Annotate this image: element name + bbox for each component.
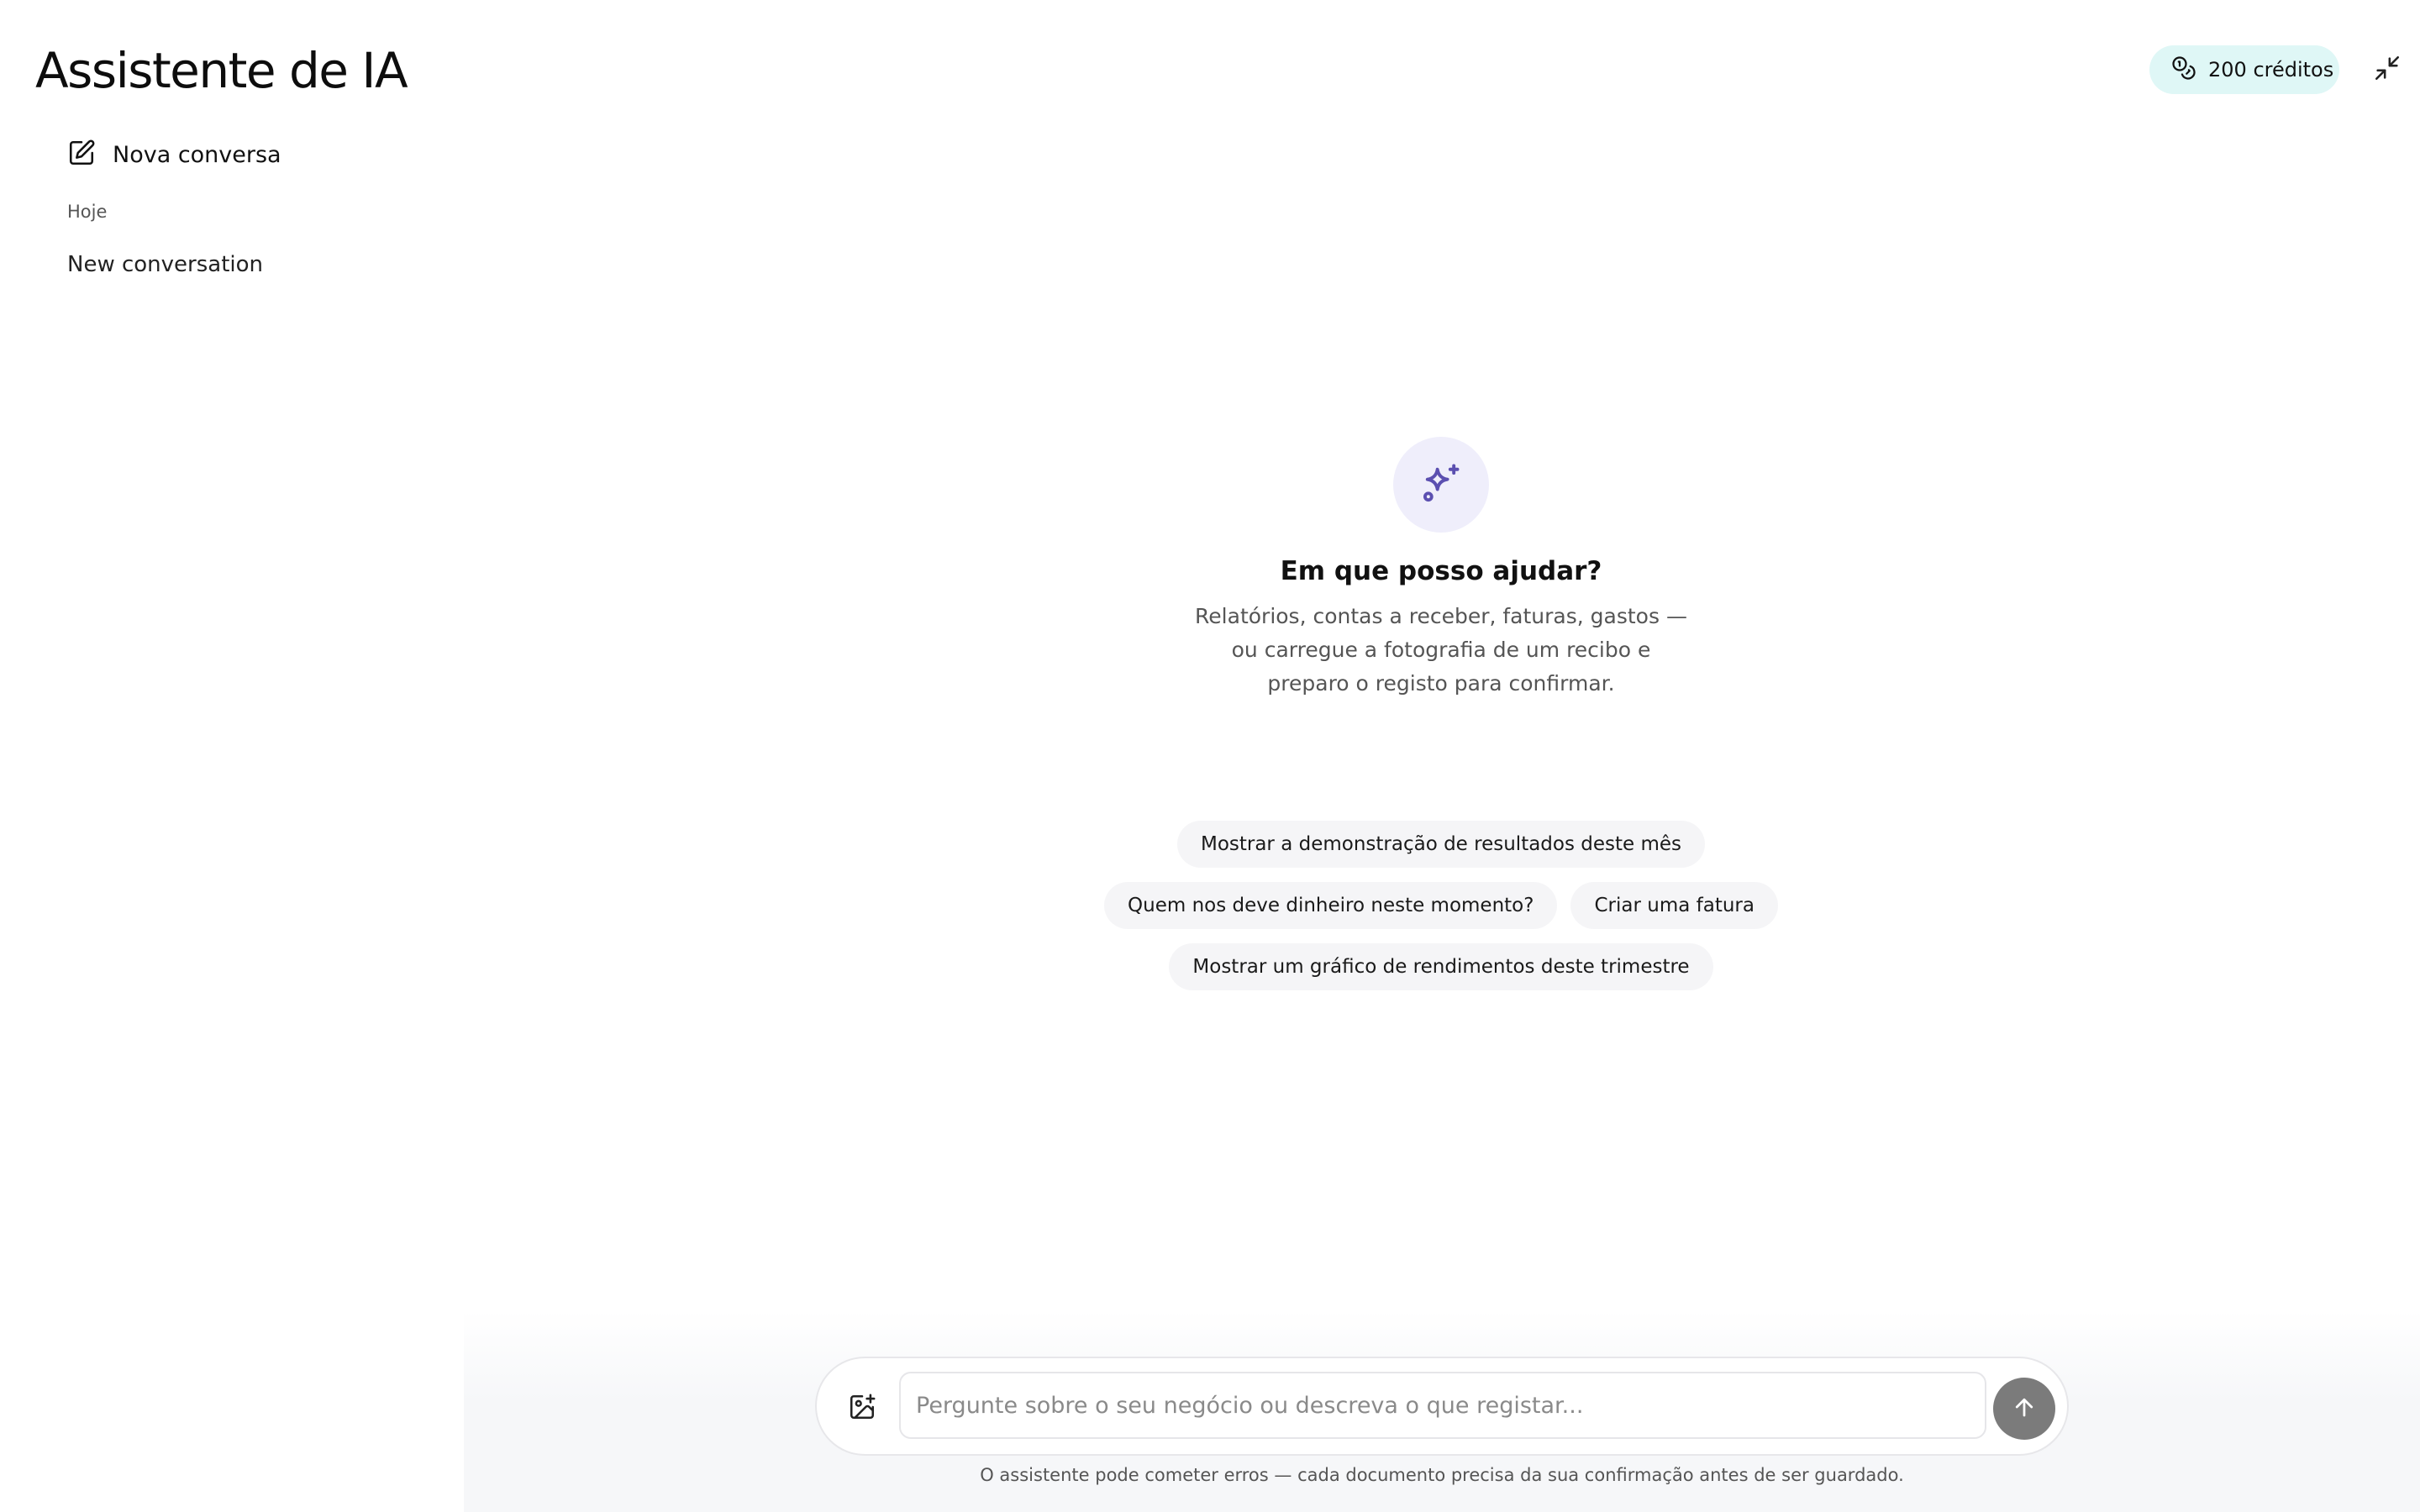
image-plus-icon — [848, 1393, 876, 1425]
credits-label: 200 créditos — [2208, 58, 2334, 81]
new-conversation-label: Nova conversa — [113, 141, 281, 168]
page-title: Assistente de IA — [35, 42, 408, 99]
arrow-up-icon — [2012, 1394, 2037, 1423]
minimize-icon — [2373, 54, 2402, 86]
minimize-button[interactable] — [2370, 52, 2405, 87]
suggestion-row: Mostrar um gráfico de rendimentos deste … — [1169, 943, 1713, 990]
message-input[interactable] — [899, 1372, 1986, 1439]
send-button[interactable] — [1993, 1378, 2055, 1440]
suggestion-chip-income-statement[interactable]: Mostrar a demonstração de resultados des… — [1176, 821, 1706, 868]
empty-state-description: Relatórios, contas a receber, faturas, g… — [1195, 604, 1687, 696]
history-item[interactable]: New conversation — [67, 252, 263, 277]
disclaimer-text: O assistente pode cometer erros — cada d… — [980, 1465, 1904, 1485]
sparkles-badge — [1393, 437, 1489, 533]
app-window: Assistente de IA 200 créditos Nova conve… — [0, 0, 2420, 1512]
suggestion-row: Mostrar a demonstração de resultados des… — [1176, 821, 1706, 868]
suggestion-chip-create-invoice[interactable]: Criar uma fatura — [1570, 882, 1778, 929]
coins-icon — [2171, 55, 2196, 84]
empty-state: Em que posso ajudar? Relatórios, contas … — [1021, 437, 1861, 701]
credits-badge[interactable]: 200 créditos — [2149, 45, 2339, 94]
suggestion-row: Quem nos deve dinheiro neste momento? Cr… — [1104, 882, 1778, 929]
empty-state-heading: Em que posso ajudar? — [1280, 556, 1602, 586]
suggestion-chip-who-owes-money[interactable]: Quem nos deve dinheiro neste momento? — [1104, 882, 1558, 929]
edit-icon — [67, 139, 96, 171]
history-section-label: Hoje — [67, 202, 108, 222]
suggestion-list: Mostrar a demonstração de resultados des… — [1021, 821, 1861, 990]
new-conversation-button[interactable]: Nova conversa — [67, 138, 281, 171]
sparkles-icon — [1419, 461, 1463, 508]
suggestion-chip-revenue-chart[interactable]: Mostrar um gráfico de rendimentos deste … — [1169, 943, 1713, 990]
attach-image-button[interactable] — [845, 1392, 879, 1425]
message-composer — [815, 1357, 2069, 1456]
